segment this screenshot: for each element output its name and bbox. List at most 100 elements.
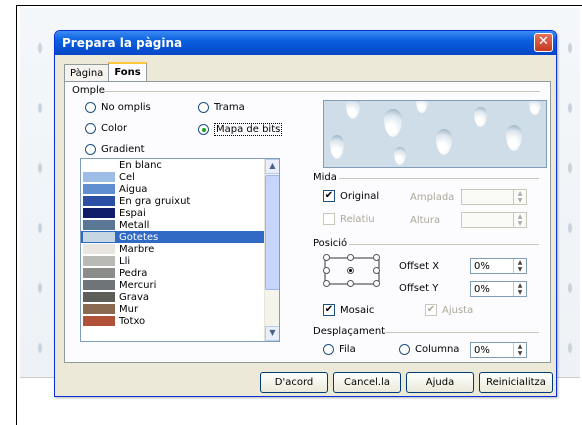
bitmap-swatch (83, 316, 115, 326)
position-point[interactable] (323, 280, 330, 287)
relative-checkbox[interactable]: Relatiu (323, 213, 375, 225)
original-checkbox[interactable]: ✔ Original (323, 190, 379, 202)
spinner-icon[interactable]: ▲ ▼ (513, 282, 526, 296)
bitmap-swatch (83, 172, 115, 182)
checkmark-icon: ✔ (323, 304, 335, 316)
relative-label: Relatiu (340, 213, 375, 225)
displacement-field[interactable]: 0% ▲ ▼ (470, 342, 527, 358)
radio-row[interactable]: Fila (323, 344, 356, 355)
radio-label: No omplis (101, 102, 151, 113)
bitmap-label: Aigua (119, 183, 148, 195)
width-label: Amplada (410, 192, 455, 203)
scroll-down-icon[interactable]: ▼ (265, 326, 279, 341)
position-point[interactable] (347, 280, 354, 287)
offset-y-field[interactable]: 0% ▲ ▼ (470, 281, 527, 297)
bitmap-list-item[interactable]: Mur (81, 303, 279, 315)
radio-column[interactable]: Columna (399, 344, 459, 355)
spinner-icon[interactable]: ▲ ▼ (513, 213, 526, 227)
drop-shape (384, 109, 402, 137)
bitmap-label: Mercuri (119, 279, 157, 291)
fit-checkbox[interactable]: ✔ Ajusta (425, 304, 473, 316)
drop-shape (330, 135, 344, 159)
fill-group-label: Omple (72, 85, 105, 96)
drop-shape (416, 101, 428, 113)
close-icon[interactable]: ✕ (534, 33, 553, 52)
bitmap-preview (323, 100, 547, 168)
position-point[interactable] (323, 267, 330, 274)
position-point[interactable] (373, 254, 380, 261)
bitmap-label: Mur (119, 303, 139, 315)
dialog-titlebar: Prepara la pàgina ✕ (55, 31, 556, 55)
reset-button[interactable]: Reinicialitza (479, 372, 553, 393)
bitmap-list-item[interactable]: Gotetes (81, 231, 279, 243)
drop-shape (474, 107, 487, 127)
tab-page[interactable]: Pàgina (64, 64, 110, 82)
bitmap-list-item[interactable]: Metall (81, 219, 279, 231)
radio-gradient[interactable]: Gradient (85, 144, 145, 155)
drop-shape (529, 101, 541, 115)
bitmap-swatch (83, 280, 115, 290)
bitmap-list[interactable]: En blanc Cel Aigua En gra gruixut Espai Metal… (80, 158, 280, 342)
tile-label: Mosaic (340, 304, 375, 316)
radio-dot (85, 144, 96, 155)
spinner-icon[interactable]: ▲ ▼ (513, 259, 526, 273)
size-group-divider (339, 178, 539, 179)
bitmap-swatch (83, 256, 115, 266)
original-label: Original (340, 190, 380, 202)
bitmap-list-item[interactable]: Mercuri (81, 279, 279, 291)
offset-x-label: Offset X (399, 261, 440, 272)
page-setup-dialog: Prepara la pàgina ✕ Pàgina Fons Omple No … (54, 30, 557, 397)
bitmap-list-item[interactable]: Grava (81, 291, 279, 303)
bitmap-list-item[interactable]: Totxo (81, 315, 279, 327)
ok-button[interactable]: D'acord (260, 372, 328, 393)
radio-pattern[interactable]: Trama (198, 102, 245, 113)
bitmap-list-item[interactable]: Marbre (81, 243, 279, 255)
scroll-thumb[interactable] (265, 175, 279, 290)
position-point[interactable] (373, 280, 380, 287)
offset-x-value: 0% (474, 261, 490, 272)
bitmap-swatch (83, 184, 115, 194)
spinner-icon[interactable]: ▲ ▼ (513, 343, 526, 357)
help-button[interactable]: Ajuda (406, 372, 474, 393)
cancel-button[interactable]: Cancel.la (333, 372, 401, 393)
scroll-up-icon[interactable]: ▲ (265, 159, 279, 174)
bitmap-label: Metall (119, 219, 150, 231)
radio-dot (323, 344, 334, 355)
radio-color[interactable]: Color (85, 123, 127, 134)
tab-strip: Pàgina Fons (64, 61, 147, 83)
position-selector[interactable] (323, 254, 383, 288)
radio-label: Color (101, 123, 128, 134)
offset-y-label: Offset Y (399, 283, 439, 294)
drop-shape (394, 147, 406, 165)
tile-checkbox[interactable]: ✔ Mosaic (323, 304, 374, 316)
bitmap-list-item[interactable]: Lli (81, 255, 279, 267)
tab-background[interactable]: Fons (108, 62, 147, 83)
list-scrollbar[interactable]: ▲ ▼ (264, 159, 279, 341)
bitmap-swatch (83, 232, 115, 242)
offset-x-field[interactable]: 0% ▲ ▼ (470, 258, 527, 274)
position-point[interactable] (347, 254, 354, 261)
bitmap-list-item[interactable]: Espai (81, 207, 279, 219)
radio-label: Gradient (101, 144, 145, 155)
radio-label: Fila (339, 344, 356, 355)
position-point-selected[interactable] (347, 267, 354, 274)
bitmap-list-item[interactable]: Aigua (81, 183, 279, 195)
bitmap-list-item[interactable]: En blanc (81, 159, 279, 171)
bitmap-list-item[interactable]: Pedra (81, 267, 279, 279)
radio-no-fill[interactable]: No omplis (85, 102, 151, 113)
radio-bitmap[interactable]: Mapa de bits (198, 123, 283, 136)
position-point[interactable] (373, 267, 380, 274)
bitmap-swatch (83, 268, 115, 278)
background-panel: Omple No omplis Trama Color Mapa de bits… (64, 81, 551, 363)
position-point[interactable] (323, 254, 330, 261)
bitmap-swatch (83, 244, 115, 254)
bitmap-list-item[interactable]: Cel (81, 171, 279, 183)
bitmap-list-item[interactable]: En gra gruixut (81, 195, 279, 207)
displacement-group-label: Desplaçament (313, 326, 386, 337)
spinner-icon[interactable]: ▲ ▼ (513, 190, 526, 204)
checkmark-icon: ✔ (425, 304, 437, 316)
height-field[interactable]: ▲ ▼ (461, 212, 527, 228)
bitmap-swatch (83, 220, 115, 230)
bitmap-swatch (83, 292, 115, 302)
width-field[interactable]: ▲ ▼ (461, 189, 527, 205)
